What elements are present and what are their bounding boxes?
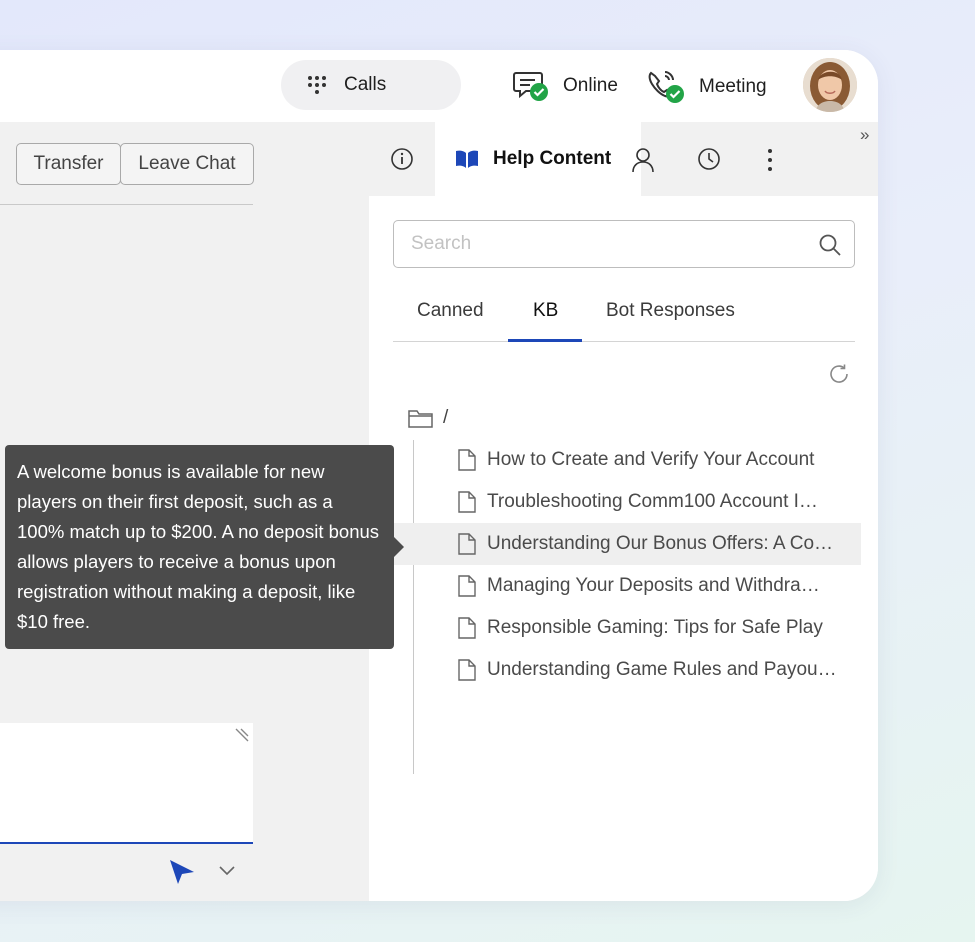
search-field[interactable] [393, 220, 855, 268]
file-icon [458, 659, 476, 681]
tree-root-label: / [443, 407, 449, 428]
tab-bot-responses[interactable]: Bot Responses [606, 300, 735, 322]
search-icon[interactable] [818, 233, 842, 257]
leave-chat-button[interactable]: Leave Chat [120, 143, 254, 185]
book-icon [456, 150, 478, 168]
article-item[interactable]: Responsible Gaming: Tips for Safe Play [369, 607, 861, 649]
help-panel: Help Content » Canned KB [369, 122, 878, 901]
online-status[interactable]: Online [513, 70, 618, 102]
more-icon[interactable] [765, 147, 775, 173]
info-icon[interactable] [390, 147, 414, 171]
tab-kb[interactable]: KB [533, 300, 558, 322]
article-title: Understanding Game Rules and Payou… [487, 659, 837, 680]
top-bar: Calls Online Meeting [0, 50, 878, 122]
article-item[interactable]: Managing Your Deposits and Withdra… [369, 565, 861, 607]
file-icon [458, 533, 476, 555]
tree-root-folder[interactable]: / [407, 407, 448, 429]
article-item-selected[interactable]: Understanding Our Bonus Offers: A Co… [369, 523, 861, 565]
meeting-label: Meeting [699, 76, 767, 97]
transfer-button[interactable]: Transfer [16, 143, 121, 185]
collapse-icon[interactable]: » [860, 125, 869, 145]
dialpad-icon [308, 76, 326, 94]
article-item[interactable]: Troubleshooting Comm100 Account I… [369, 481, 861, 523]
content-subtabs: Canned KB Bot Responses [393, 272, 855, 342]
send-icon[interactable] [168, 858, 196, 886]
phone-meeting-icon [648, 71, 684, 103]
meeting-status[interactable]: Meeting [647, 70, 767, 104]
message-input[interactable] [0, 723, 253, 844]
chevron-down-icon[interactable] [218, 864, 236, 876]
tooltip-arrow [394, 537, 404, 557]
panel-tabbar: Help Content » [369, 122, 878, 196]
tab-help-content-label: Help Content [493, 148, 612, 169]
search-input[interactable] [394, 221, 794, 267]
file-icon [458, 449, 476, 471]
file-icon [458, 491, 476, 513]
active-tab-indicator [508, 339, 582, 342]
article-title: Managing Your Deposits and Withdra… [487, 575, 820, 596]
avatar[interactable] [803, 58, 857, 112]
file-icon [458, 617, 476, 639]
online-label: Online [563, 75, 618, 96]
article-title: Responsible Gaming: Tips for Safe Play [487, 617, 823, 638]
article-title: Understanding Our Bonus Offers: A Co… [487, 533, 834, 554]
calls-label: Calls [344, 74, 387, 95]
article-title: How to Create and Verify Your Account [487, 449, 815, 470]
person-icon[interactable] [631, 147, 655, 173]
file-icon [458, 575, 476, 597]
calls-button[interactable]: Calls [281, 60, 461, 110]
article-preview-tooltip: A welcome bonus is available for new pla… [5, 445, 394, 649]
avatar-image [803, 58, 857, 112]
refresh-icon[interactable] [827, 362, 851, 386]
folder-icon [408, 410, 433, 428]
article-item[interactable]: How to Create and Verify Your Account [369, 439, 861, 481]
chat-online-icon [513, 72, 548, 101]
divider [0, 204, 253, 205]
history-icon[interactable] [697, 147, 721, 171]
tab-help-content[interactable]: Help Content [435, 122, 641, 196]
article-title: Troubleshooting Comm100 Account I… [487, 491, 818, 512]
resize-handle-icon[interactable] [234, 727, 250, 743]
article-list: How to Create and Verify Your Account Tr… [369, 439, 861, 691]
tab-canned[interactable]: Canned [417, 300, 484, 322]
article-item[interactable]: Understanding Game Rules and Payou… [369, 649, 861, 691]
